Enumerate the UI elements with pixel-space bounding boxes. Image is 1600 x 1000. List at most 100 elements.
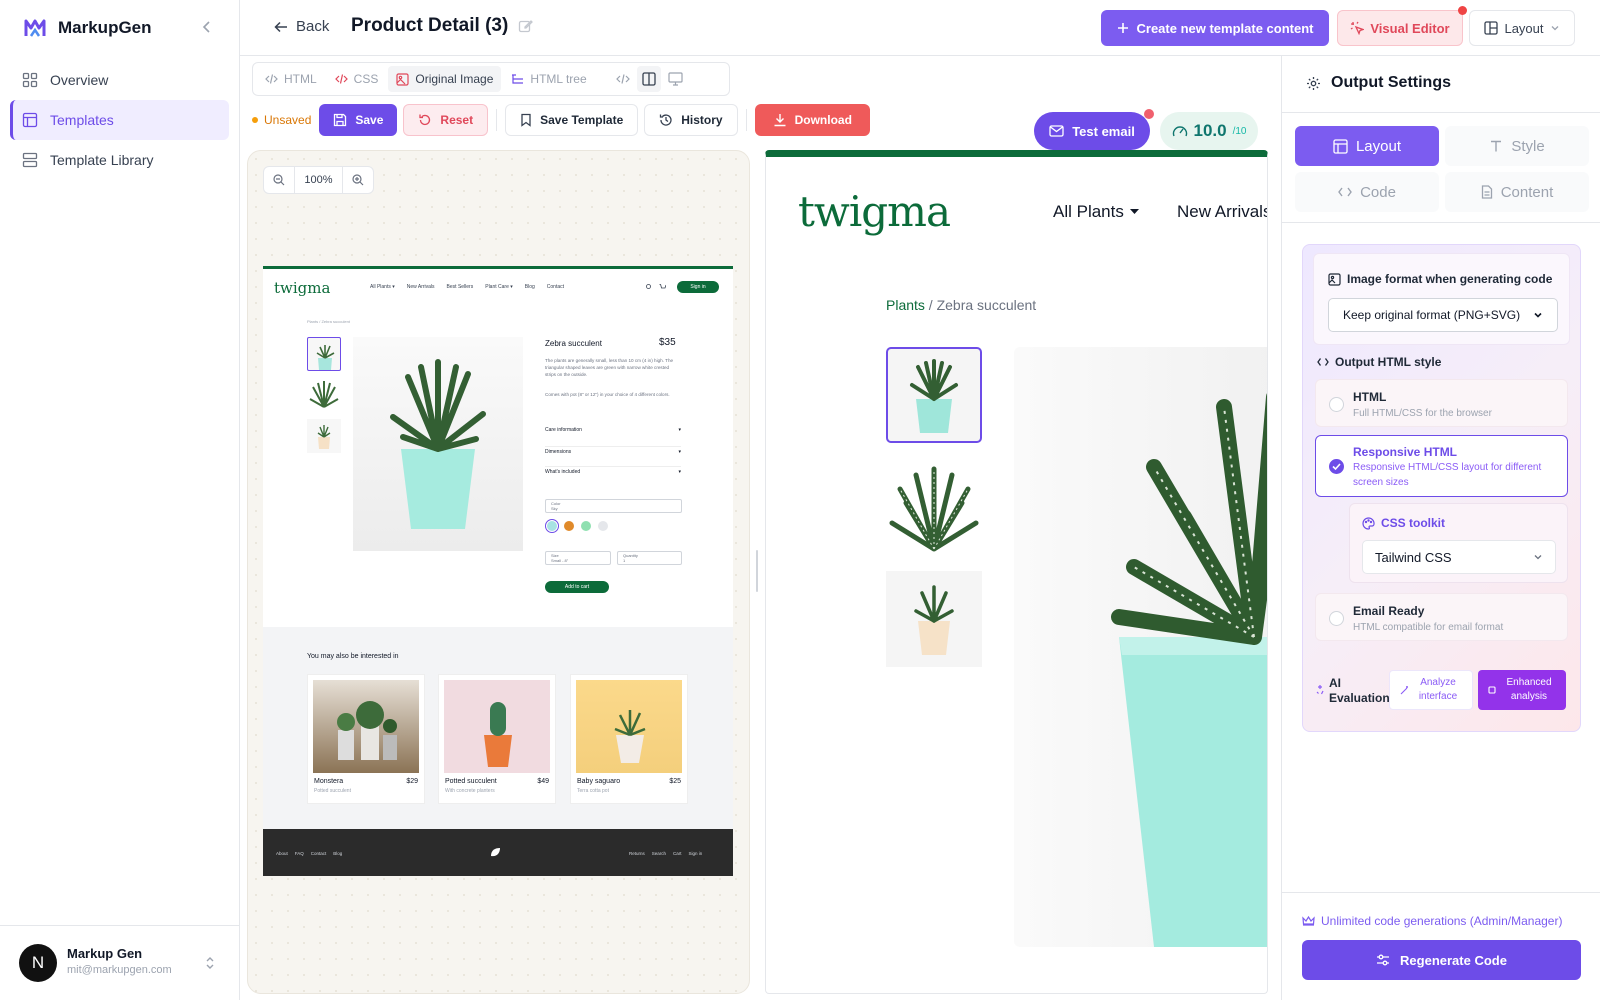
tab-html[interactable]: HTML [257,66,325,92]
mini-quantity-input: Quantity 1 [617,551,682,565]
user-menu[interactable]: N Markup Gen mit@markupgen.com [0,925,239,1000]
preview-thumb-3[interactable] [886,571,982,667]
regenerate-code-button[interactable]: Regenerate Code [1302,940,1581,980]
gauge-icon [1172,124,1188,138]
download-button[interactable]: Download [754,104,870,136]
tab-css[interactable]: CSS [327,66,387,92]
floppy-icon [333,113,347,127]
radio-email-ready[interactable] [1329,611,1344,626]
collapse-sidebar-icon[interactable] [200,20,214,34]
analyze-interface-button[interactable]: Analyze interface [1389,670,1473,710]
history-button[interactable]: History [644,104,738,136]
preview-nav-new-arrivals[interactable]: New Arrivals [1177,202,1267,222]
score-value: 10.0 [1193,121,1227,140]
css-toolkit-select[interactable]: Tailwind CSS [1362,540,1556,574]
test-email-button[interactable]: Test email [1034,109,1154,150]
settings-tab-style[interactable]: Style [1445,126,1589,166]
settings-header: Output Settings [1306,74,1451,92]
image-settings-icon [1328,272,1341,286]
preview-brand: twigma [798,187,951,236]
tab-preview[interactable] [663,66,688,92]
create-template-content-button[interactable]: Create new template content [1101,10,1329,46]
mini-nav-item: Contact [546,284,565,290]
zoom-out-icon[interactable] [264,174,294,186]
brand[interactable]: MarkupGen [24,14,152,42]
css-toolkit-section: CSS toolkit Tailwind CSS [1349,503,1568,583]
mini-product-name: Zebra succulent [545,339,602,348]
original-screenshot: twigma All Plants ▾ New Arrivals Best Se… [263,266,733,876]
notification-dot [1144,109,1154,119]
breadcrumb-link[interactable]: Plants [886,297,925,313]
create-label: Create new template content [1136,20,1314,36]
preview-thumb-1[interactable] [886,347,982,443]
preview-nav-all-plants[interactable]: All Plants [1053,202,1139,222]
image-format-select[interactable]: Keep original format (PNG+SVG) [1328,298,1558,332]
chevron-down-icon [1533,552,1543,562]
mini-size-select: Size Small - 8" [545,551,611,565]
tab-code-split[interactable] [611,66,635,92]
mini-related-card: Baby saguaro $25 Terra cotta pot [570,674,688,804]
tab-html-tree[interactable]: HTML tree [503,66,594,92]
mini-cart-icon [659,284,666,290]
view-tabs: HTML CSS Original Image HTML tree [252,62,730,96]
top-header: Back Product Detail (3) Create new templ… [240,0,1600,56]
divider [1282,222,1600,223]
sidebar-item-overview[interactable]: Overview [10,60,229,100]
code-icon [1338,186,1352,198]
resize-handle[interactable] [756,550,758,592]
back-button[interactable]: Back [274,18,329,35]
visual-editor-button[interactable]: Visual Editor [1337,6,1467,46]
score-max: /10 [1232,125,1247,137]
sidebar-item-templates[interactable]: Templates [10,100,229,140]
caret-down-icon [1129,209,1139,215]
image-format-label: Image format when generating code [1328,272,1552,286]
tab-original-image[interactable]: Original Image [388,66,502,92]
chevron-up-down-icon [204,955,216,971]
mini-price: $35 [659,337,676,348]
mini-related-title: You may also be interested in [307,653,399,660]
sidebar: MarkupGen Overview Templates Template Li… [0,0,240,1000]
save-button[interactable]: Save [319,104,398,136]
option-responsive-html[interactable]: Responsive HTML Responsive HTML/CSS layo… [1315,435,1568,497]
layout-icon [1484,21,1499,35]
sidebar-item-template-library[interactable]: Template Library [10,140,229,180]
chevron-down-icon [1533,310,1543,320]
settings-title: Output Settings [1331,74,1451,91]
editor-toolbar: Unsaved Save Reset Save Template History… [252,104,870,136]
quality-score[interactable]: 10.0/10 [1160,112,1258,150]
settings-tab-content[interactable]: Content [1445,172,1589,212]
template-icon [22,112,38,128]
code-icon [334,73,348,85]
option-html[interactable]: HTML Full HTML/CSS for the browser [1315,379,1568,427]
option-email-ready[interactable]: Email Ready HTML compatible for email fo… [1315,593,1568,641]
zoom-in-icon[interactable] [343,174,373,186]
divider [1282,112,1600,113]
radio-html[interactable] [1329,397,1344,412]
tab-label: CSS [353,72,379,86]
toolbar-divider [745,109,747,131]
reset-button[interactable]: Reset [403,104,489,136]
mini-color-select: Color Sky [545,499,682,513]
settings-tab-code[interactable]: Code [1295,172,1439,212]
mini-accordion-item: What's included [545,469,581,475]
layout-dropdown[interactable]: Layout [1469,10,1575,46]
zoom-control: 100% [263,166,374,194]
image-format-section: Image format when generating code Keep o… [1313,253,1570,345]
radio-responsive-html[interactable] [1329,459,1344,474]
preview-main-image[interactable] [1014,347,1267,947]
preview-thumb-2[interactable] [886,459,982,555]
monitor-icon [668,72,683,86]
sparkle-cursor-icon [1350,21,1365,35]
mini-main-image [353,337,523,551]
mini-nav-item: New Arrivals [406,284,435,290]
edit-title-icon[interactable] [518,19,534,34]
settings-tab-layout[interactable]: Layout [1295,126,1439,166]
enhanced-analysis-button[interactable]: Enhanced analysis [1478,670,1566,710]
gear-icon [1306,76,1321,91]
code-icon [1317,357,1329,367]
tab-label: HTML tree [530,72,587,86]
save-template-button[interactable]: Save Template [505,104,639,136]
tab-split-view[interactable] [636,66,661,92]
type-icon [1489,139,1503,153]
rendered-preview[interactable]: twigma All Plants New Arrivals Plants / … [765,150,1268,994]
